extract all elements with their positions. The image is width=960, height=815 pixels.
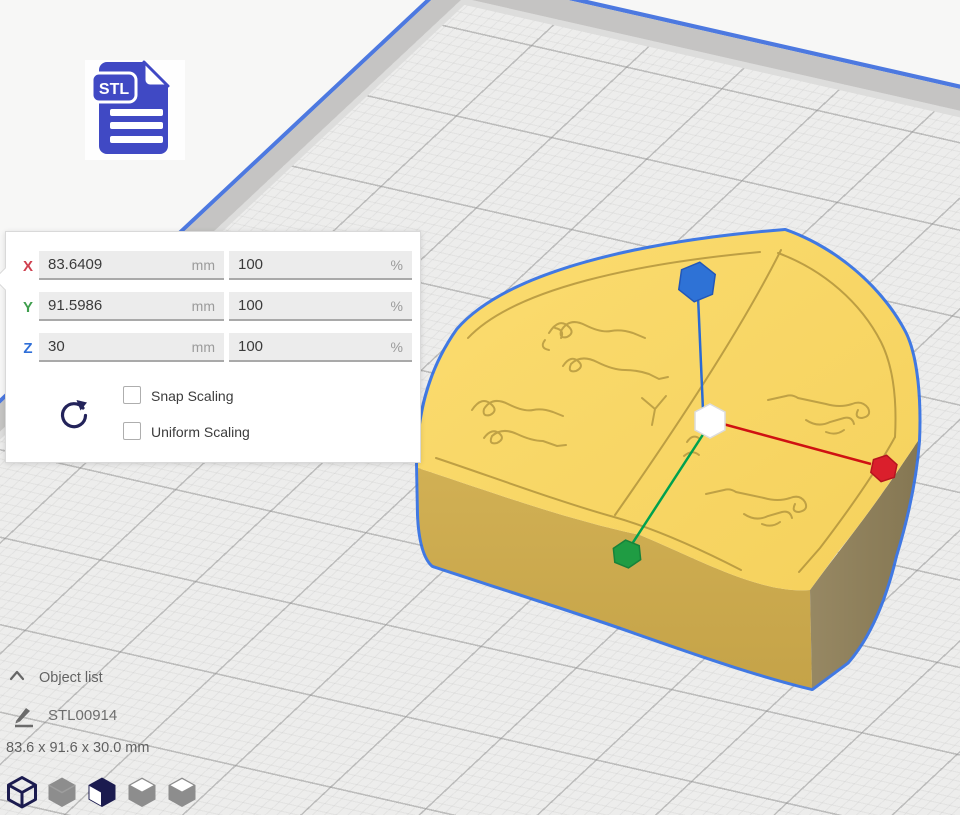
stl-badge-text: STL: [99, 81, 129, 98]
gizmo-center-handle[interactable]: [695, 404, 725, 438]
stl-document-icon: STL: [85, 60, 185, 160]
z-percent-unit: %: [391, 339, 403, 355]
3d-view-icon: [9, 778, 36, 808]
snap-scaling-label: Snap Scaling: [151, 388, 234, 404]
stl-file-icon: STL: [85, 60, 185, 160]
object-list-item[interactable]: STL00914: [10, 702, 310, 728]
y-axis-label: Y: [20, 292, 36, 323]
x-size-unit: mm: [192, 257, 215, 273]
y-size-input[interactable]: 91.5986 mm: [39, 292, 224, 321]
left-side-view-icon: [129, 778, 156, 808]
right-side-view-icon: [169, 778, 196, 808]
x-axis-label: X: [20, 251, 36, 282]
y-percent-value: 100: [238, 297, 263, 314]
model-dimensions-readout: 83.6 x 91.6 x 30.0 mm: [6, 740, 149, 756]
z-size-value: 30: [48, 338, 65, 355]
top-view-icon: [89, 778, 116, 808]
x-size-input[interactable]: 83.6409 mm: [39, 251, 224, 280]
view-button-left-side[interactable]: [124, 774, 160, 810]
panel-notch: [0, 268, 16, 291]
y-percent-input[interactable]: 100 %: [229, 292, 412, 321]
object-list-header: Object list: [39, 670, 103, 686]
object-list-collapse-button[interactable]: [8, 668, 26, 684]
scale-tool-panel: X 83.6409 mm 100 % Y 91.5986 mm 100 % Z …: [5, 231, 421, 463]
x-percent-unit: %: [391, 257, 403, 273]
z-percent-value: 100: [238, 338, 263, 355]
view-button-right-side[interactable]: [164, 774, 200, 810]
x-percent-value: 100: [238, 256, 263, 273]
z-size-unit: mm: [192, 339, 215, 355]
uniform-scaling-checkbox[interactable]: [123, 422, 141, 440]
z-size-input[interactable]: 30 mm: [39, 333, 224, 362]
y-size-value: 91.5986: [48, 297, 102, 314]
view-button-front[interactable]: [44, 774, 80, 810]
view-button-top[interactable]: [84, 774, 120, 810]
y-size-unit: mm: [192, 298, 215, 314]
front-view-icon: [49, 778, 76, 808]
x-percent-input[interactable]: 100 %: [229, 251, 412, 280]
uniform-scaling-label: Uniform Scaling: [151, 424, 250, 440]
x-size-value: 83.6409: [48, 256, 102, 273]
view-button-3d[interactable]: [4, 774, 40, 810]
chevron-up-icon: [11, 672, 23, 679]
camera-view-toolbar: [4, 774, 200, 810]
3d-viewport[interactable]: X 83.6409 mm 100 % Y 91.5986 mm 100 % Z …: [0, 0, 960, 815]
object-list-item-name: STL00914: [48, 707, 117, 724]
snap-scaling-checkbox[interactable]: [123, 386, 141, 404]
reset-scale-button[interactable]: [56, 395, 92, 431]
z-percent-input[interactable]: 100 %: [229, 333, 412, 362]
z-axis-label: Z: [20, 333, 36, 364]
pencil-icon: [12, 704, 36, 728]
y-percent-unit: %: [391, 298, 403, 314]
